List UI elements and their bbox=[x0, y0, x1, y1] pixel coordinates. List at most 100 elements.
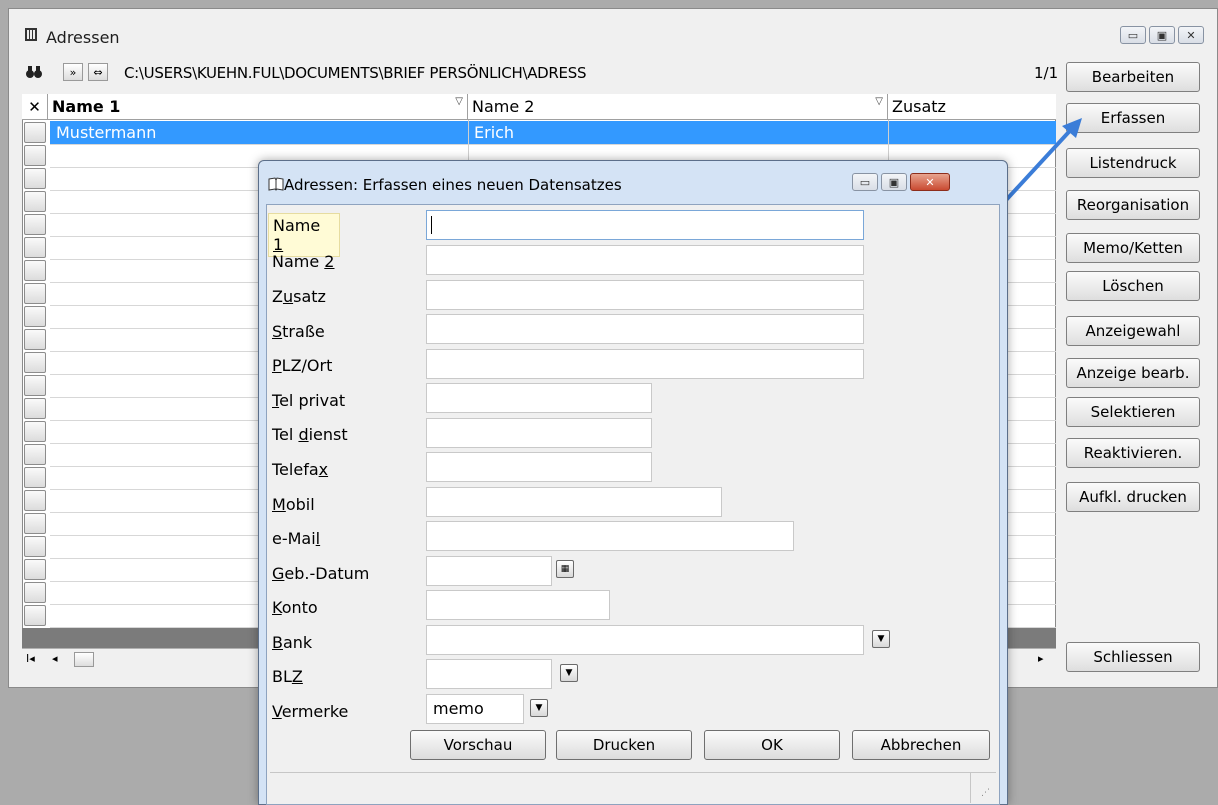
geb-datum-field[interactable] bbox=[426, 556, 552, 586]
column-header-name1[interactable]: Name 1 ▽ bbox=[48, 94, 468, 119]
scroll-left-icon[interactable]: ◂ bbox=[52, 652, 58, 665]
column-header-label: Zusatz bbox=[892, 97, 946, 116]
row-header[interactable] bbox=[24, 306, 46, 327]
row-header[interactable] bbox=[24, 122, 46, 143]
table-row[interactable]: Mustermann Erich bbox=[50, 121, 1056, 145]
row-header[interactable] bbox=[24, 513, 46, 534]
label-tel-privat: Tel privat bbox=[272, 391, 346, 410]
row-header[interactable] bbox=[24, 444, 46, 465]
anzeige-bearb-button[interactable]: Anzeige bearb. bbox=[1066, 358, 1200, 388]
email-field[interactable] bbox=[426, 521, 794, 551]
swap-icon[interactable]: ⇔ bbox=[88, 63, 108, 81]
name2-field[interactable] bbox=[426, 245, 864, 275]
row-header[interactable] bbox=[24, 605, 46, 626]
close-icon[interactable]: ✕ bbox=[910, 173, 950, 191]
text-caret bbox=[431, 216, 432, 234]
selektieren-button[interactable]: Selektieren bbox=[1066, 397, 1200, 427]
row-line bbox=[50, 144, 1056, 145]
statusbar-divider bbox=[970, 773, 971, 803]
cell-name2: Erich bbox=[474, 123, 515, 142]
window-title: Adressen bbox=[46, 28, 120, 47]
label-bank: Bank bbox=[272, 633, 313, 652]
calendar-icon[interactable]: ▦ bbox=[556, 560, 574, 578]
label-strasse: Straße bbox=[272, 322, 325, 341]
resize-grip-icon[interactable]: ⋰ bbox=[981, 788, 990, 798]
plz-ort-field[interactable] bbox=[426, 349, 864, 379]
row-header[interactable] bbox=[24, 467, 46, 488]
row-header[interactable] bbox=[24, 375, 46, 396]
vermerke-select[interactable]: memo bbox=[426, 694, 524, 724]
dialog-controls: ▭ ▣ ✕ bbox=[852, 173, 950, 193]
row-header[interactable] bbox=[24, 260, 46, 281]
row-header[interactable] bbox=[24, 214, 46, 235]
column-header-label: Name 2 bbox=[472, 97, 535, 116]
loeschen-button[interactable]: Löschen bbox=[1066, 271, 1200, 301]
label-tel-dienst: Tel dienst bbox=[272, 425, 348, 444]
scroll-thumb[interactable] bbox=[74, 652, 94, 667]
row-header[interactable] bbox=[24, 191, 46, 212]
maximize-icon[interactable]: ▣ bbox=[881, 173, 907, 191]
row-header[interactable] bbox=[24, 536, 46, 557]
anzeigewahl-button[interactable]: Anzeigewahl bbox=[1066, 316, 1200, 346]
mobil-field[interactable] bbox=[426, 487, 722, 517]
row-header[interactable] bbox=[24, 145, 46, 166]
row-header[interactable] bbox=[24, 582, 46, 603]
drucken-button[interactable]: Drucken bbox=[556, 730, 692, 760]
column-header-name2[interactable]: Name 2 ▽ bbox=[468, 94, 888, 119]
label-email: e-Mail bbox=[272, 529, 321, 548]
label-mobil: Mobil bbox=[272, 495, 315, 514]
book-icon bbox=[268, 177, 284, 191]
label-plz-ort: PLZ/Ort bbox=[272, 356, 333, 375]
path-label: C:\USERS\KUEHN.FUL\DOCUMENTS\BRIEF PERSÖ… bbox=[124, 64, 587, 82]
grid-header: ✕ Name 1 ▽ Name 2 ▽ Zusatz bbox=[22, 94, 1056, 120]
blz-dropdown-icon[interactable]: ▼ bbox=[560, 664, 578, 682]
label-blz: BLZ bbox=[272, 667, 303, 686]
minimize-icon[interactable]: ▭ bbox=[1120, 26, 1146, 44]
window-controls: ▭ ▣ ✕ bbox=[1120, 26, 1204, 46]
abbrechen-button[interactable]: Abbrechen bbox=[852, 730, 990, 760]
row-header[interactable] bbox=[24, 168, 46, 189]
first-record-icon[interactable]: I◂ bbox=[26, 652, 35, 665]
blz-field[interactable] bbox=[426, 659, 552, 689]
aufkl-drucken-button[interactable]: Aufkl. drucken bbox=[1066, 482, 1200, 512]
zusatz-field[interactable] bbox=[426, 280, 864, 310]
cell-name1: Mustermann bbox=[56, 123, 157, 142]
vermerke-dropdown-icon[interactable]: ▼ bbox=[530, 699, 548, 717]
minimize-icon[interactable]: ▭ bbox=[852, 173, 878, 191]
label-konto: Konto bbox=[272, 598, 318, 617]
telefax-field[interactable] bbox=[426, 452, 652, 482]
label-name1: Name 1 bbox=[268, 213, 340, 257]
page-count: 1/1 bbox=[1034, 64, 1059, 82]
ok-button[interactable]: OK bbox=[704, 730, 840, 760]
maximize-icon[interactable]: ▣ bbox=[1149, 26, 1175, 44]
row-header[interactable] bbox=[24, 559, 46, 580]
tel-dienst-field[interactable] bbox=[426, 418, 652, 448]
grid-corner-icon[interactable]: ✕ bbox=[22, 94, 48, 119]
vorschau-button[interactable]: Vorschau bbox=[410, 730, 546, 760]
row-header[interactable] bbox=[24, 398, 46, 419]
app-icon bbox=[24, 26, 38, 42]
bank-dropdown-icon[interactable]: ▼ bbox=[872, 630, 890, 648]
tel-privat-field[interactable] bbox=[426, 383, 652, 413]
konto-field[interactable] bbox=[426, 590, 610, 620]
bank-field[interactable] bbox=[426, 625, 864, 655]
label-vermerke: Vermerke bbox=[272, 702, 349, 721]
close-icon[interactable]: ✕ bbox=[1178, 26, 1204, 44]
sort-icon: ▽ bbox=[455, 96, 463, 107]
row-header[interactable] bbox=[24, 237, 46, 258]
scroll-right-icon[interactable]: ▸ bbox=[1038, 652, 1044, 665]
label-geb-datum: Geb.-Datum bbox=[272, 564, 370, 583]
row-header[interactable] bbox=[24, 352, 46, 373]
row-header[interactable] bbox=[24, 283, 46, 304]
strasse-field[interactable] bbox=[426, 314, 864, 344]
name1-field[interactable] bbox=[426, 210, 864, 240]
row-header[interactable] bbox=[24, 490, 46, 511]
forward-icon[interactable]: » bbox=[63, 63, 83, 81]
reaktivieren-button[interactable]: Reaktivieren. bbox=[1066, 438, 1200, 468]
schliessen-button[interactable]: Schliessen bbox=[1066, 642, 1200, 672]
binoculars-icon[interactable] bbox=[24, 63, 44, 81]
bearbeiten-button[interactable]: Bearbeiten bbox=[1066, 62, 1200, 92]
row-header[interactable] bbox=[24, 421, 46, 442]
row-header[interactable] bbox=[24, 329, 46, 350]
sort-icon: ▽ bbox=[875, 96, 883, 107]
